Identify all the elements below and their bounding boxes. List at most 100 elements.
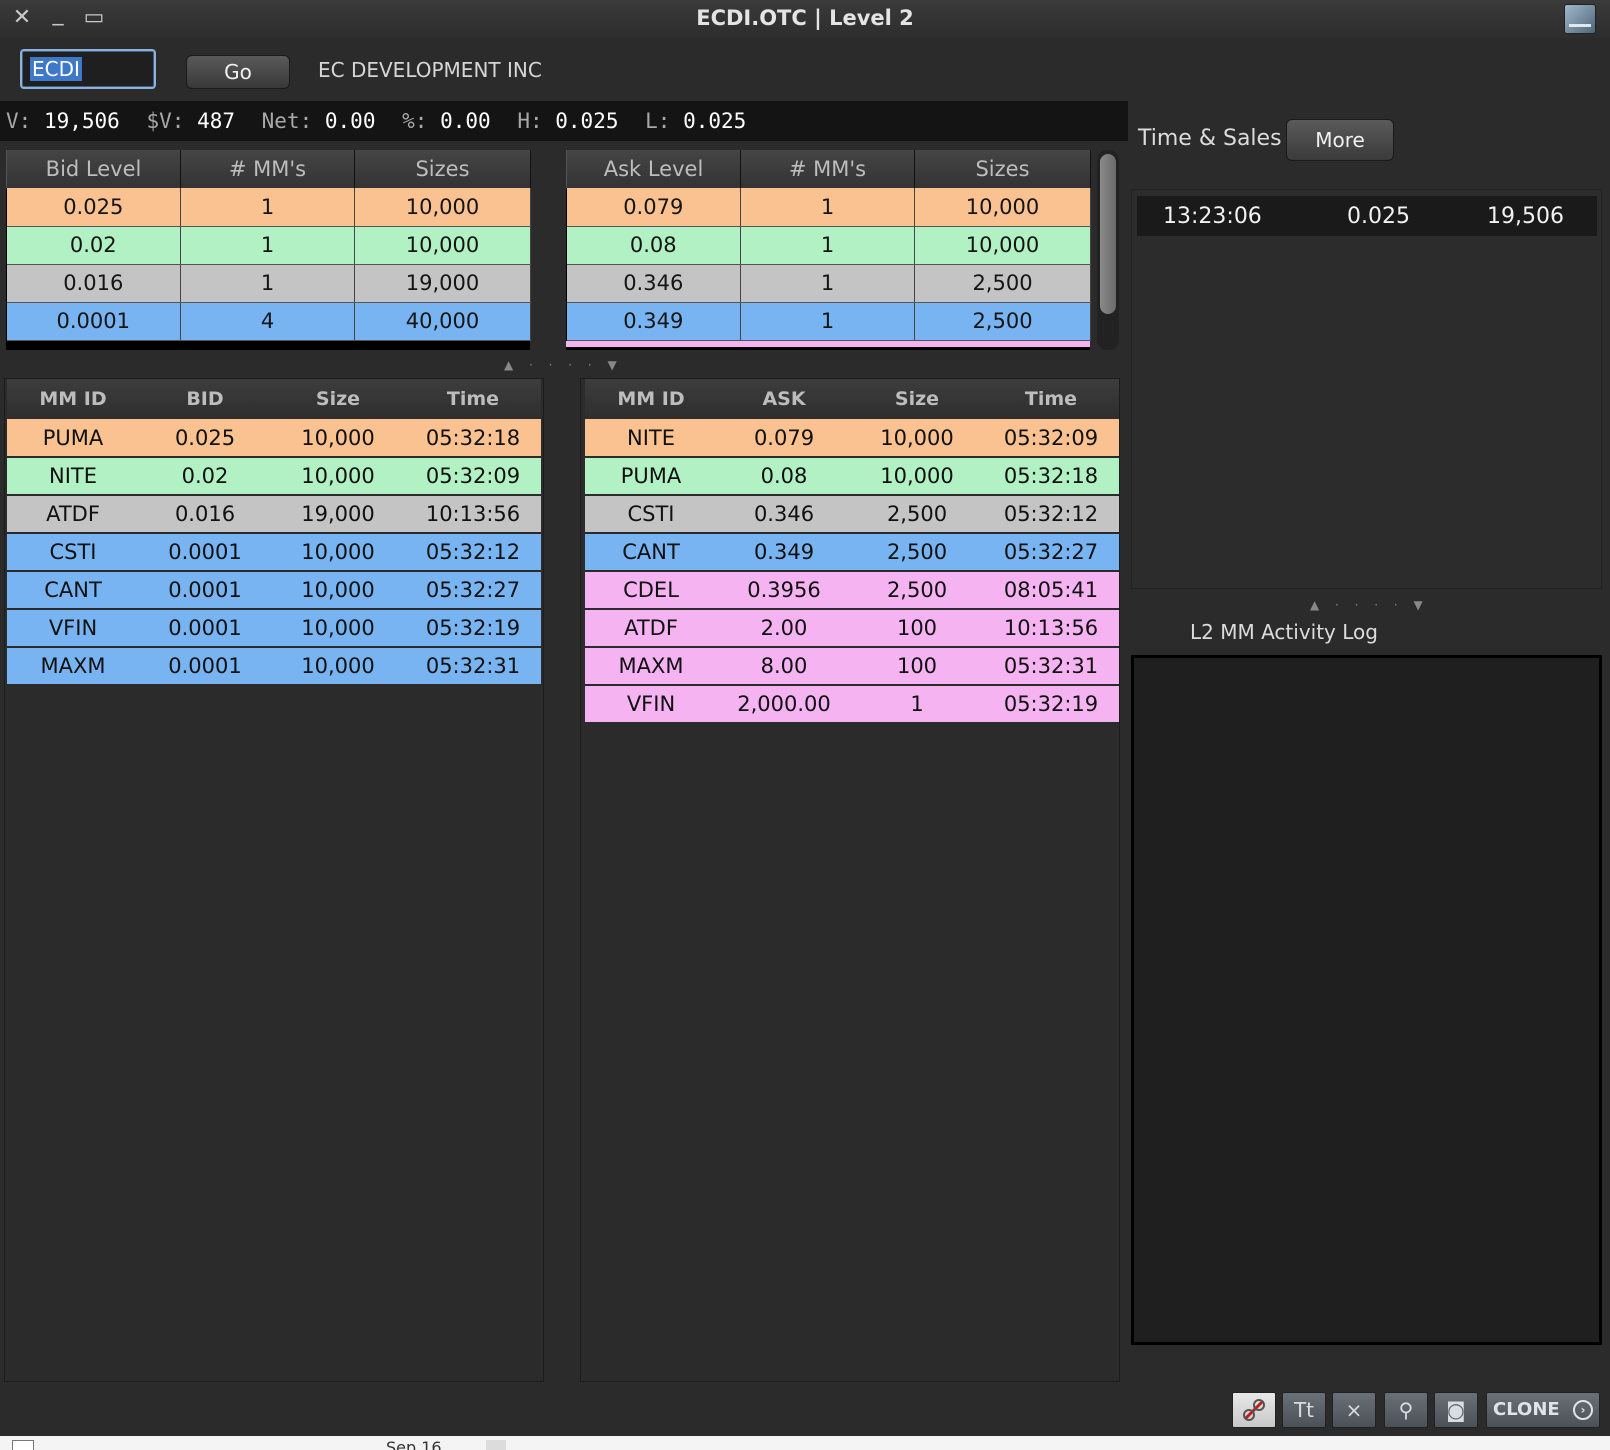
clone-label: CLONE <box>1493 1399 1560 1420</box>
ask-sizes-header[interactable]: Sizes <box>914 150 1091 188</box>
ask-level-size: 10,000 <box>914 188 1091 227</box>
mm-price: 0.346 <box>717 495 851 534</box>
ask-mm-row[interactable]: MAXM 8.00 100 05:32:31 <box>585 647 1119 686</box>
high-value: 0.025 <box>555 109 619 133</box>
mm-time: 05:32:19 <box>405 609 541 648</box>
mm-price: 0.016 <box>139 495 271 534</box>
bid-price-header[interactable]: BID <box>139 379 271 419</box>
bid-mm-row[interactable]: PUMA 0.025 10,000 05:32:18 <box>7 419 541 458</box>
mm-time: 05:32:12 <box>405 533 541 572</box>
time-sales-label: Time & Sales <box>1138 126 1282 151</box>
clone-button[interactable]: CLONE › <box>1486 1392 1600 1428</box>
ask-level-size: 10,000 <box>914 226 1091 265</box>
activity-log-label: L2 MM Activity Log <box>1190 620 1378 644</box>
mm-price: 2,000.00 <box>717 685 851 724</box>
mm-size: 10,000 <box>851 457 983 496</box>
mm-price: 2.00 <box>717 609 851 648</box>
bid-level-row[interactable]: 0.0001 4 40,000 <box>6 302 531 341</box>
more-button[interactable]: More <box>1286 119 1394 161</box>
columns-icon[interactable]: ⨯ <box>1332 1392 1376 1428</box>
ask-mm-row[interactable]: CDEL 0.3956 2,500 08:05:41 <box>585 571 1119 610</box>
bid-level-size: 40,000 <box>354 302 531 341</box>
bid-mm-row[interactable]: MAXM 0.0001 10,000 05:32:31 <box>7 647 541 686</box>
mm-size: 10,000 <box>271 647 405 686</box>
ask-level-row[interactable]: 0.079 1 10,000 <box>566 188 1091 227</box>
mm-id: CANT <box>585 533 717 572</box>
mm-size: 2,500 <box>851 571 983 610</box>
low-value: 0.025 <box>683 109 747 133</box>
mm-size: 19,000 <box>271 495 405 534</box>
bid-size-header[interactable]: Size <box>271 379 405 419</box>
bid-level-price: 0.0001 <box>6 302 181 341</box>
mm-time: 08:05:41 <box>983 571 1119 610</box>
ask-mm-row[interactable]: VFIN 2,000.00 1 05:32:19 <box>585 685 1119 724</box>
symbol-input[interactable]: ECDI <box>20 49 156 89</box>
ask-mm-row[interactable]: NITE 0.079 10,000 05:32:09 <box>585 419 1119 458</box>
time-sales-row[interactable]: 13:23:06 0.025 19,506 <box>1137 196 1597 236</box>
mm-id: MAXM <box>7 647 139 686</box>
bid-mm-row[interactable]: NITE 0.02 10,000 05:32:09 <box>7 457 541 496</box>
go-button[interactable]: Go <box>186 55 290 89</box>
camera-icon[interactable]: ◙ <box>1434 1392 1478 1428</box>
ask-level-mms: 1 <box>740 264 915 303</box>
mm-size: 10,000 <box>271 457 405 496</box>
ask-mm-row[interactable]: ATDF 2.00 100 10:13:56 <box>585 609 1119 648</box>
mm-size: 10,000 <box>271 571 405 610</box>
activity-log-panel[interactable] <box>1131 655 1602 1345</box>
level-scrollbar-thumb[interactable] <box>1100 154 1116 314</box>
bid-mm-row[interactable]: CANT 0.0001 10,000 05:32:27 <box>7 571 541 610</box>
level-scrollbar[interactable] <box>1097 150 1119 350</box>
title-bar: ✕ _ ▭ ECDI.OTC | Level 2 <box>0 0 1610 38</box>
link-icon[interactable] <box>1232 1392 1276 1428</box>
bid-mm-row[interactable]: VFIN 0.0001 10,000 05:32:19 <box>7 609 541 648</box>
ask-level-row[interactable]: 0.349 1 2,500 <box>566 302 1091 341</box>
bid-mmid-header[interactable]: MM ID <box>7 379 139 419</box>
mm-id: NITE <box>7 457 139 496</box>
bid-level-mms: 1 <box>180 226 355 265</box>
bid-mm-row[interactable]: CSTI 0.0001 10,000 05:32:12 <box>7 533 541 572</box>
mm-price: 0.0001 <box>139 571 271 610</box>
quote-stats-bar: V: 19,506 $V: 487 Net: 0.00 %: 0.00 H: 0… <box>0 101 1128 141</box>
mm-id: NITE <box>585 419 717 458</box>
mm-price: 0.0001 <box>139 533 271 572</box>
ask-time-header[interactable]: Time <box>983 379 1119 419</box>
trade-time: 13:23:06 <box>1163 204 1262 229</box>
bid-level-header[interactable]: Bid Level <box>6 150 181 188</box>
ask-mmid-header[interactable]: MM ID <box>585 379 717 419</box>
right-splitter-handle[interactable]: ▲ · · · · ▼ <box>1310 598 1429 612</box>
ask-level-row[interactable]: 0.346 1 2,500 <box>566 264 1091 303</box>
mm-id: VFIN <box>585 685 717 724</box>
high-label: H: <box>517 109 543 133</box>
mm-id: PUMA <box>7 419 139 458</box>
bid-mm-row[interactable]: ATDF 0.016 19,000 10:13:56 <box>7 495 541 534</box>
mm-price: 0.3956 <box>717 571 851 610</box>
ask-mms-header[interactable]: # MM's <box>740 150 915 188</box>
ask-level-row[interactable]: 0.08 1 10,000 <box>566 226 1091 265</box>
bid-level-row[interactable]: 0.02 1 10,000 <box>6 226 531 265</box>
ask-mm-row[interactable]: CANT 0.349 2,500 05:32:27 <box>585 533 1119 572</box>
bid-mms-header[interactable]: # MM's <box>180 150 355 188</box>
bid-sizes-header[interactable]: Sizes <box>354 150 531 188</box>
dollar-volume-value: 487 <box>197 109 235 133</box>
app-window-icon[interactable] <box>1564 4 1596 34</box>
ask-mm-row[interactable]: CSTI 0.346 2,500 05:32:12 <box>585 495 1119 534</box>
ask-level-header[interactable]: Ask Level <box>566 150 741 188</box>
bid-time-header[interactable]: Time <box>405 379 541 419</box>
ask-size-header[interactable]: Size <box>851 379 983 419</box>
bid-level-row[interactable]: 0.025 1 10,000 <box>6 188 531 227</box>
strip-block <box>486 1440 506 1450</box>
ask-level-price: 0.349 <box>566 302 741 341</box>
ask-level-row-partial <box>566 340 1090 347</box>
splitter-handle[interactable]: ▲ · · · · ▼ <box>504 358 623 372</box>
percent-value: 0.00 <box>440 109 491 133</box>
ask-price-header[interactable]: ASK <box>717 379 851 419</box>
bid-level-row[interactable]: 0.016 1 19,000 <box>6 264 531 303</box>
checkbox[interactable] <box>12 1440 34 1450</box>
settings-wrench-icon[interactable]: ⚲ <box>1384 1392 1428 1428</box>
mm-time: 05:32:09 <box>983 419 1119 458</box>
bid-mm-panel: MM ID BID Size Time PUMA 0.025 10,000 05… <box>4 378 544 1382</box>
ask-level-table: Ask Level # MM's Sizes 0.079 1 10,000 0.… <box>566 150 1091 341</box>
trade-size: 19,506 <box>1487 204 1564 229</box>
font-size-button[interactable]: Tt <box>1282 1392 1326 1428</box>
ask-mm-row[interactable]: PUMA 0.08 10,000 05:32:18 <box>585 457 1119 496</box>
